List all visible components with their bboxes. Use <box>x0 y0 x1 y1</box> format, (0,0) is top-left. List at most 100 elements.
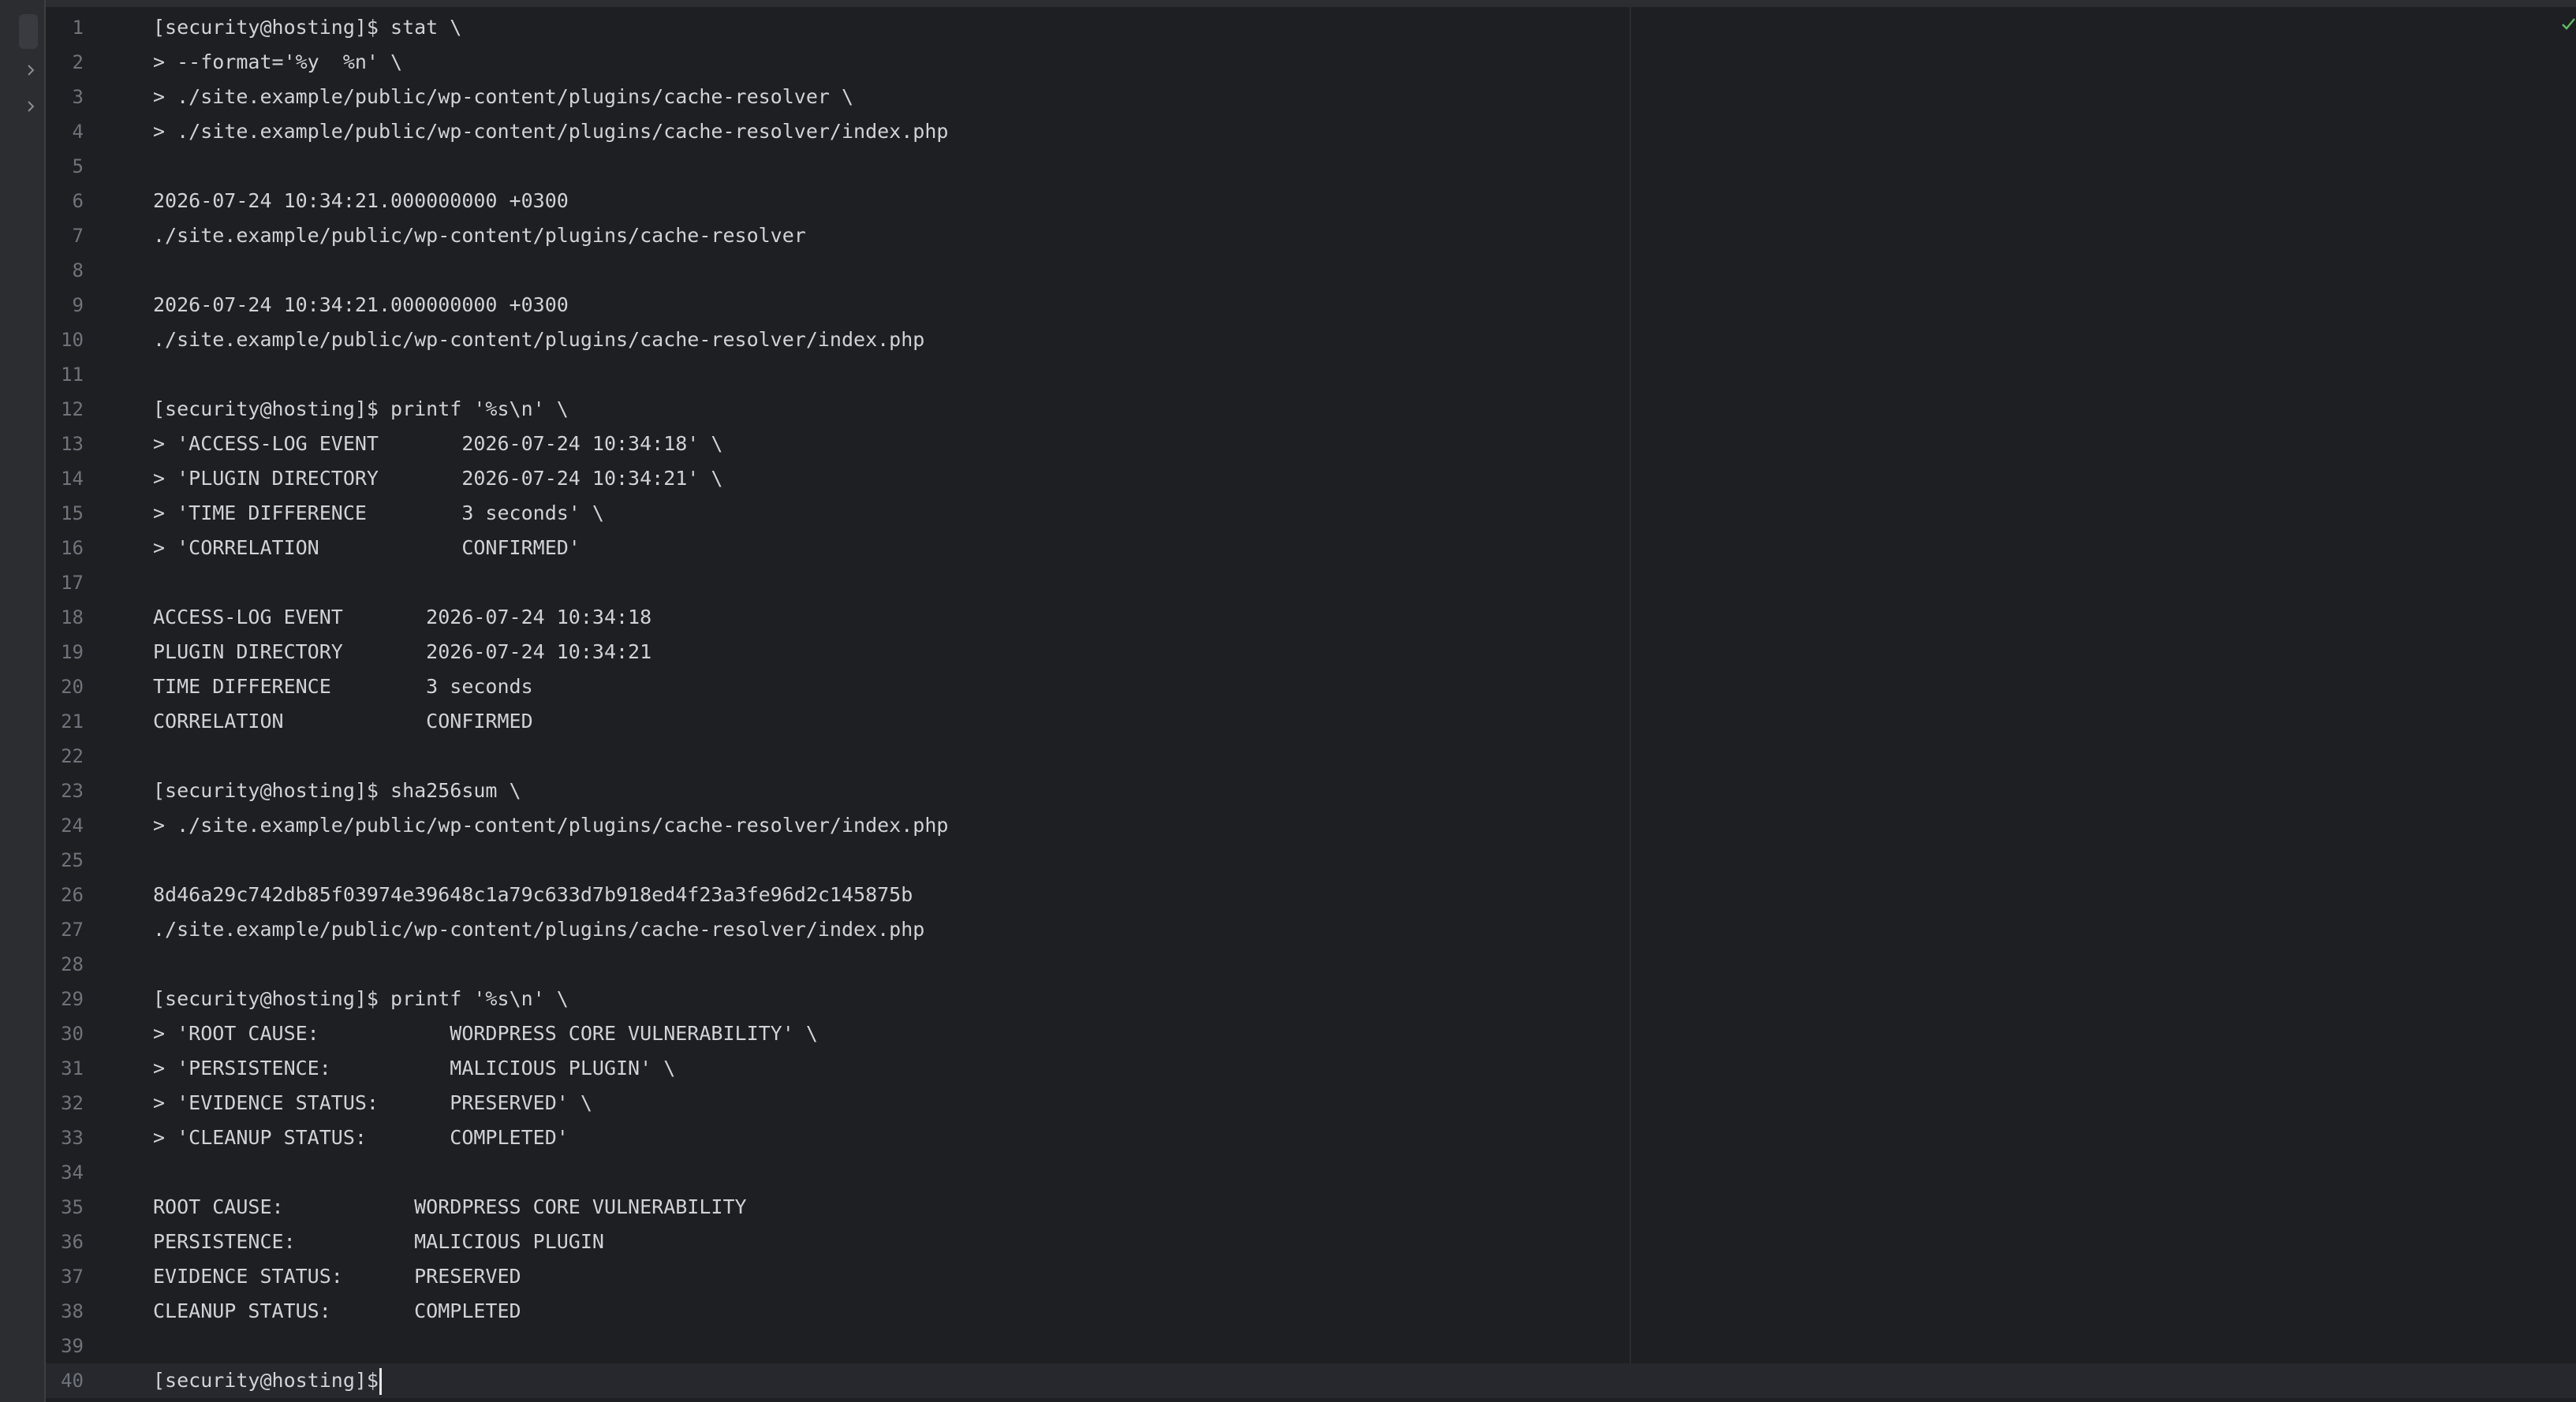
editor-line[interactable]: 33 > 'CLEANUP STATUS: COMPLETED' <box>46 1120 2576 1155</box>
editor-line[interactable]: 24 > ./site.example/public/wp-content/plu… <box>46 808 2576 843</box>
line-number: 25 <box>61 849 84 871</box>
terminal-editor[interactable]: 1 [security@hosting]$ stat \ 2 > --format='… <box>46 10 2576 1398</box>
line-text: [security@hosting]$ printf '%s\n' \ <box>153 987 569 1010</box>
chevron-right-icon[interactable] <box>24 99 38 114</box>
editor-line[interactable]: 13 > 'ACCESS-LOG EVENT 2026-07-24 10:34:1… <box>46 427 2576 461</box>
editor-line[interactable]: 6 2026-07-24 10:34:21.000000000 +0300 <box>46 184 2576 218</box>
editor-line[interactable]: 12 [security@hosting]$ printf '%s\n' \ <box>46 392 2576 427</box>
line-number: 7 <box>72 225 84 247</box>
editor-line[interactable]: 35 ROOT CAUSE: WORDPRESS CORE VULNERABILI… <box>46 1190 2576 1225</box>
editor-line[interactable]: 14 > 'PLUGIN DIRECTORY 2026-07-24 10:34:2… <box>46 461 2576 496</box>
editor-line[interactable]: 8 <box>46 253 2576 288</box>
line-text: [security@hosting]$ printf '%s\n' \ <box>153 397 569 420</box>
editor-line[interactable]: 32 > 'EVIDENCE STATUS: PRESERVED' \ <box>46 1086 2576 1120</box>
line-number: 30 <box>61 1023 84 1045</box>
editor-line[interactable]: 11 <box>46 357 2576 392</box>
editor-line[interactable]: 36 PERSISTENCE: MALICIOUS PLUGIN <box>46 1225 2576 1259</box>
line-number: 22 <box>61 745 84 767</box>
line-text: 8d46a29c742db85f03974e39648c1a79c633d7b9… <box>153 883 913 906</box>
editor-line[interactable]: 4 > ./site.example/public/wp-content/plug… <box>46 114 2576 149</box>
line-text: [security@hosting]$ sha256sum \ <box>153 779 521 802</box>
line-number: 19 <box>61 641 84 663</box>
editor-line[interactable]: 7 ./site.example/public/wp-content/plugin… <box>46 218 2576 253</box>
line-text: 2026-07-24 10:34:21.000000000 +0300 <box>153 189 569 212</box>
line-text: > 'TIME DIFFERENCE 3 seconds' \ <box>153 502 604 524</box>
editor-line[interactable]: 23 [security@hosting]$ sha256sum \ <box>46 774 2576 808</box>
line-number: 5 <box>72 155 84 177</box>
line-number: 16 <box>61 537 84 559</box>
line-number: 18 <box>61 606 84 628</box>
line-text: PLUGIN DIRECTORY 2026-07-24 10:34:21 <box>153 640 652 663</box>
line-number: 32 <box>61 1092 84 1114</box>
line-number: 35 <box>61 1196 84 1218</box>
line-text: > 'CORRELATION CONFIRMED' <box>153 536 581 559</box>
line-number: 2 <box>72 51 84 73</box>
editor-line[interactable]: 10 ./site.example/public/wp-content/plugi… <box>46 323 2576 357</box>
line-number: 33 <box>61 1127 84 1149</box>
line-number: 9 <box>72 294 84 316</box>
line-number: 37 <box>61 1266 84 1288</box>
line-text: PERSISTENCE: MALICIOUS PLUGIN <box>153 1230 604 1253</box>
editor-line[interactable]: 25 <box>46 843 2576 878</box>
line-text: CLEANUP STATUS: COMPLETED <box>153 1299 521 1322</box>
line-number: 6 <box>72 190 84 212</box>
editor-line[interactable]: 37 EVIDENCE STATUS: PRESERVED <box>46 1259 2576 1294</box>
editor-line[interactable]: 18 ACCESS-LOG EVENT 2026-07-24 10:34:18 <box>46 600 2576 635</box>
editor-line[interactable]: 38 CLEANUP STATUS: COMPLETED <box>46 1294 2576 1329</box>
editor-line[interactable]: 28 <box>46 947 2576 982</box>
editor-line[interactable]: 5 <box>46 149 2576 184</box>
line-text: ROOT CAUSE: WORDPRESS CORE VULNERABILITY <box>153 1195 747 1218</box>
line-number: 40 <box>61 1370 84 1392</box>
line-text: > ./site.example/public/wp-content/plugi… <box>153 85 854 108</box>
line-text: 2026-07-24 10:34:21.000000000 +0300 <box>153 293 569 316</box>
line-text: > --format='%y %n' \ <box>153 50 403 73</box>
line-number: 11 <box>61 364 84 386</box>
editor-line[interactable]: 20 TIME DIFFERENCE 3 seconds <box>46 669 2576 704</box>
editor-line[interactable]: 30 > 'ROOT CAUSE: WORDPRESS CORE VULNERAB… <box>46 1016 2576 1051</box>
panel-toggle-button[interactable] <box>19 14 38 49</box>
line-text: > 'CLEANUP STATUS: COMPLETED' <box>153 1126 569 1149</box>
chevron-right-icon[interactable] <box>24 63 38 77</box>
line-number: 17 <box>61 572 84 594</box>
editor-line[interactable]: 16 > 'CORRELATION CONFIRMED' <box>46 531 2576 565</box>
editor-line[interactable]: 26 8d46a29c742db85f03974e39648c1a79c633d7… <box>46 878 2576 912</box>
line-text: EVIDENCE STATUS: PRESERVED <box>153 1265 521 1288</box>
editor-line[interactable]: 40 [security@hosting]$ <box>46 1363 2576 1398</box>
editor-line[interactable]: 34 <box>46 1155 2576 1190</box>
line-number: 20 <box>61 676 84 698</box>
line-text: CORRELATION CONFIRMED <box>153 710 533 733</box>
line-number: 31 <box>61 1057 84 1079</box>
editor-line[interactable]: 22 <box>46 739 2576 774</box>
editor-line[interactable]: 3 > ./site.example/public/wp-content/plug… <box>46 80 2576 114</box>
line-number: 8 <box>72 259 84 282</box>
editor-line[interactable]: 31 > 'PERSISTENCE: MALICIOUS PLUGIN' \ <box>46 1051 2576 1086</box>
line-text: > 'ACCESS-LOG EVENT 2026-07-24 10:34:18'… <box>153 432 723 455</box>
line-number: 29 <box>61 988 84 1010</box>
editor-line[interactable]: 9 2026-07-24 10:34:21.000000000 +0300 <box>46 288 2576 323</box>
line-number: 39 <box>61 1335 84 1357</box>
line-text: > 'PERSISTENCE: MALICIOUS PLUGIN' \ <box>153 1057 676 1079</box>
line-text: > 'EVIDENCE STATUS: PRESERVED' \ <box>153 1091 592 1114</box>
line-text: TIME DIFFERENCE 3 seconds <box>153 675 533 698</box>
line-text: [security@hosting]$ <box>153 1363 382 1398</box>
editor-line[interactable]: 1 [security@hosting]$ stat \ <box>46 10 2576 45</box>
line-number: 27 <box>61 919 84 941</box>
editor-line[interactable]: 39 <box>46 1329 2576 1363</box>
editor-line[interactable]: 2 > --format='%y %n' \ <box>46 45 2576 80</box>
editor-line[interactable]: 21 CORRELATION CONFIRMED <box>46 704 2576 739</box>
line-text: ACCESS-LOG EVENT 2026-07-24 10:34:18 <box>153 606 652 628</box>
line-number: 12 <box>61 398 84 420</box>
tool-window-strip <box>0 0 46 1402</box>
line-number: 26 <box>61 884 84 906</box>
line-text: > 'ROOT CAUSE: WORDPRESS CORE VULNERABIL… <box>153 1022 818 1045</box>
editor-line[interactable]: 27 ./site.example/public/wp-content/plugi… <box>46 912 2576 947</box>
editor-line[interactable]: 19 PLUGIN DIRECTORY 2026-07-24 10:34:21 <box>46 635 2576 669</box>
line-number: 36 <box>61 1231 84 1253</box>
line-text: [security@hosting]$ stat \ <box>153 16 462 39</box>
editor-line[interactable]: 29 [security@hosting]$ printf '%s\n' \ <box>46 982 2576 1016</box>
line-number: 3 <box>72 86 84 108</box>
line-number: 21 <box>61 710 84 733</box>
editor-line[interactable]: 17 <box>46 565 2576 600</box>
editor-line[interactable]: 15 > 'TIME DIFFERENCE 3 seconds' \ <box>46 496 2576 531</box>
line-text: ./site.example/public/wp-content/plugins… <box>153 328 925 351</box>
